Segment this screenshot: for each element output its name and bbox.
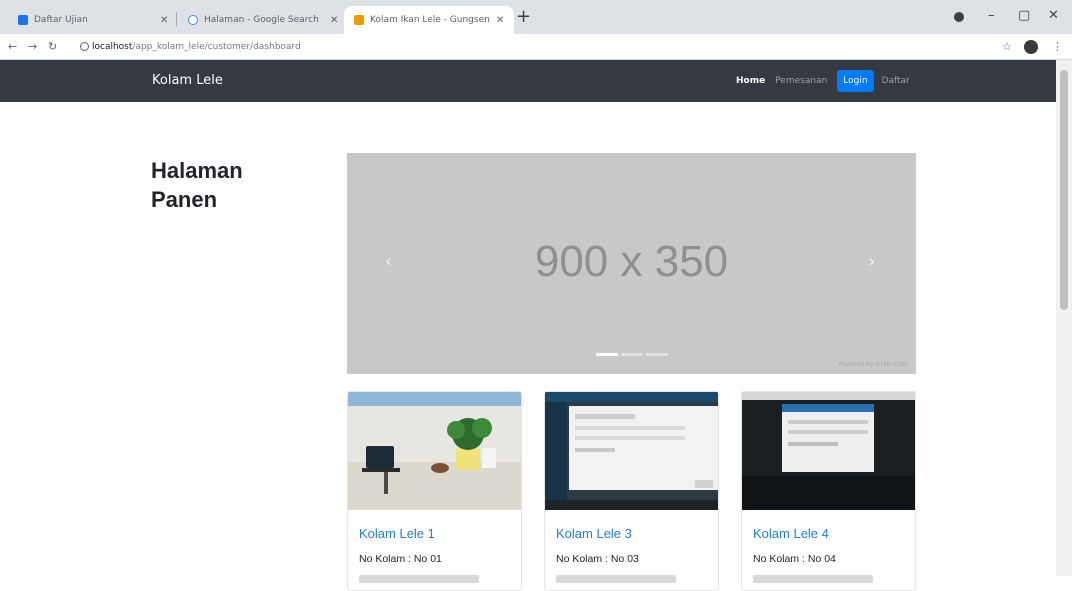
browser-tab-3-active[interactable]: Kolam Ikan Lele - Gungseng ✕ xyxy=(344,6,515,34)
card-no-kolam: No Kolam : No 01 xyxy=(359,553,442,565)
tab-title: Kolam Ikan Lele - Gungseng xyxy=(370,15,490,25)
site-info-icon[interactable] xyxy=(80,42,89,51)
carousel-indicator[interactable] xyxy=(621,353,643,356)
carousel-indicator[interactable] xyxy=(596,353,618,356)
carousel-indicators xyxy=(596,353,668,356)
close-tab-icon[interactable]: ✕ xyxy=(496,15,504,26)
card-no-kolam: No Kolam : No 04 xyxy=(753,553,836,565)
card-no-kolam: No Kolam : No 03 xyxy=(556,553,639,565)
tab-favicon-icon xyxy=(354,15,364,25)
carousel-indicator[interactable] xyxy=(646,353,668,356)
navbar-links: Home Pemesanan Login Daftar xyxy=(736,60,920,102)
nav-link-home[interactable]: Home xyxy=(736,76,765,86)
card-detail-line xyxy=(556,575,676,583)
url-host: localhost xyxy=(92,42,133,52)
card-image-render xyxy=(742,392,915,510)
nav-link-pemesanan[interactable]: Pemesanan xyxy=(775,76,827,86)
tab-favicon-icon xyxy=(18,15,28,25)
extension-icon[interactable] xyxy=(954,12,964,22)
menu-kebab-icon[interactable]: ⋮ xyxy=(1052,40,1063,53)
carousel-credit: Powered by HTML.COM xyxy=(838,361,908,368)
image-carousel: 900 x 350 ‹ › Powered by HTML.COM xyxy=(347,153,916,374)
card-image-render xyxy=(545,392,718,510)
url-field[interactable]: localhost/app_kolam_lele/customer/dashbo… xyxy=(92,42,301,52)
bookmark-star-icon[interactable]: ☆ xyxy=(1002,40,1012,53)
carousel-prev-icon[interactable]: ‹ xyxy=(385,251,392,272)
close-tab-icon[interactable]: ✕ xyxy=(330,15,338,26)
reload-icon[interactable]: ↻ xyxy=(48,40,57,53)
site-navbar: Kolam Lele Home Pemesanan Login Daftar xyxy=(0,60,1056,102)
card-detail-line xyxy=(753,575,873,583)
product-card[interactable]: Kolam Lele 1 No Kolam : No 01 xyxy=(347,391,522,591)
url-path: /app_kolam_lele/customer/dashboard xyxy=(132,42,301,52)
back-icon[interactable]: ← xyxy=(8,40,17,53)
card-detail-line xyxy=(359,575,479,583)
card-image xyxy=(348,392,521,510)
card-image xyxy=(742,392,915,510)
maximize-icon[interactable]: ▢ xyxy=(1018,8,1030,23)
close-window-icon[interactable]: ✕ xyxy=(1048,8,1059,23)
card-image-render xyxy=(348,392,521,510)
nav-link-daftar[interactable]: Daftar xyxy=(882,76,910,86)
tab-title: Daftar Ujian xyxy=(34,15,88,25)
minimize-icon[interactable]: – xyxy=(988,8,995,23)
carousel-placeholder-text: 900 x 350 xyxy=(534,237,729,286)
tab-title: Halaman - Google Search xyxy=(204,15,319,25)
carousel-next-icon[interactable]: › xyxy=(868,251,875,272)
navbar-brand[interactable]: Kolam Lele xyxy=(152,73,223,88)
card-title[interactable]: Kolam Lele 1 xyxy=(359,526,435,541)
tab-divider xyxy=(176,12,177,26)
forward-icon[interactable]: → xyxy=(28,40,37,53)
card-title[interactable]: Kolam Lele 3 xyxy=(556,526,632,541)
browser-tabstrip: Daftar Ujian ✕ Halaman - Google Search ✕… xyxy=(0,0,1072,34)
product-card[interactable]: Kolam Lele 4 No Kolam : No 04 xyxy=(741,391,916,591)
new-tab-icon[interactable]: + xyxy=(516,8,531,26)
page-title: Halaman Panen xyxy=(151,158,243,212)
google-icon xyxy=(188,15,198,25)
close-tab-icon[interactable]: ✕ xyxy=(160,15,168,26)
page-scrollbar[interactable] xyxy=(1056,60,1072,576)
product-card[interactable]: Kolam Lele 3 No Kolam : No 03 xyxy=(544,391,719,591)
card-image xyxy=(545,392,718,510)
login-button[interactable]: Login xyxy=(837,70,874,92)
card-title[interactable]: Kolam Lele 4 xyxy=(753,526,829,541)
browser-tab-2[interactable]: Halaman - Google Search ✕ xyxy=(178,6,348,34)
address-bar-row: ← → ↻ localhost/app_kolam_lele/customer/… xyxy=(0,34,1072,60)
browser-tab-1[interactable]: Daftar Ujian ✕ xyxy=(8,6,178,34)
scrollbar-thumb[interactable] xyxy=(1060,70,1068,310)
profile-avatar[interactable] xyxy=(1024,40,1038,54)
